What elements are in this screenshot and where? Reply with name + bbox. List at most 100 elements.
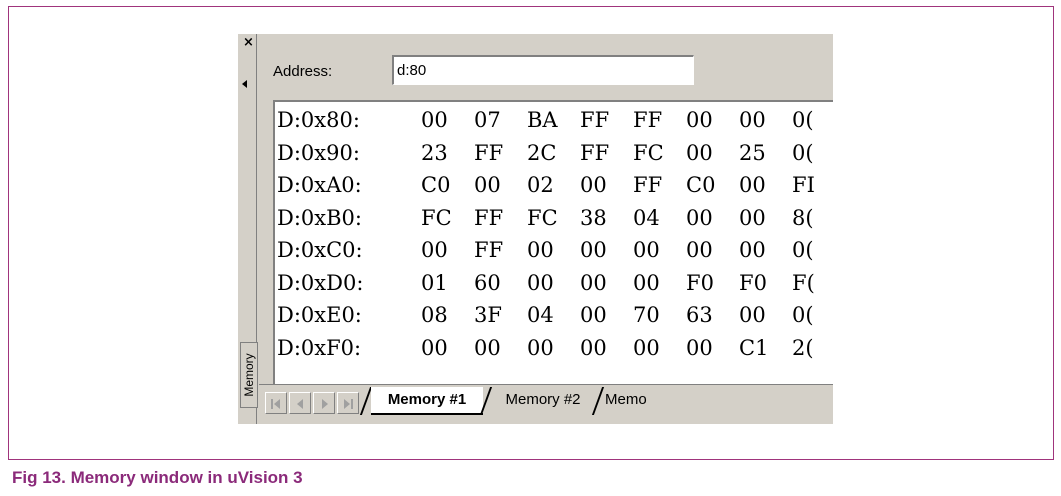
byte-value: 08 [421,303,448,327]
byte-value: 38 [580,205,607,230]
byte-value: 00 [527,238,554,262]
byte-value: 00 [580,335,607,360]
byte-value: 00 [474,173,501,197]
next-tab-button[interactable] [313,392,335,414]
docking-strip: × Memory [237,34,258,424]
memory-window: × Memory Address: D:0x80: 00 07 BA FF FF 00 00 0… [237,34,833,424]
byte-value: 07 [474,108,501,132]
byte-value: 04 [633,205,660,230]
first-icon [274,399,280,409]
row-address: D:0x80: [277,108,360,132]
first-tab-button[interactable] [265,392,287,414]
byte-value: C0 [421,173,451,197]
byte-value: F0 [686,270,714,295]
byte-value: F0 [739,270,767,295]
byte-value: 00 [421,238,448,262]
byte-value: FC [421,205,452,230]
memory-row: D:0xB0: FC FF FC 38 04 00 00 8( [277,202,833,235]
byte-value: 00 [633,270,660,295]
memory-row: D:0xA0: C0 00 02 00 FF C0 00 FI [277,169,833,202]
prev-tab-button[interactable] [289,392,311,414]
bar-glyph [351,399,353,409]
byte-value: 00 [421,108,448,132]
row-address: D:0xD0: [277,270,364,295]
byte-value: 23 [421,140,448,165]
byte-value: 0( [792,238,814,262]
byte-value: 04 [527,303,554,327]
byte-value: 01 [421,270,448,295]
memory-row: D:0xE0: 08 3F 04 00 70 63 00 0( [277,299,833,332]
tab-bar: Memory #1 Memory #2 Memo [259,384,833,424]
byte-value: F( [792,270,815,295]
last-icon [344,399,350,409]
close-icon[interactable]: × [243,36,254,50]
memory-row: D:0xD0: 01 60 00 00 00 F0 F0 F( [277,267,833,300]
docked-window-label[interactable]: Memory [240,342,258,408]
byte-value: 02 [527,173,554,197]
row-address: D:0xC0: [277,238,363,262]
byte-value: 00 [739,238,766,262]
bar-glyph [271,399,273,409]
byte-value: 60 [474,270,501,295]
memory-row: D:0x80: 00 07 BA FF FF 00 00 0( [277,104,833,137]
byte-value: C0 [686,173,716,197]
byte-value: 00 [527,270,554,295]
byte-value: FF [633,108,663,132]
byte-value: 00 [739,303,766,327]
memory-dump[interactable]: D:0x80: 00 07 BA FF FF 00 00 0(D:0x90: 23 FF 2C FF FC… [273,100,833,398]
memory-row: D:0xC0: 00 FF 00 00 00 00 00 0( [277,234,833,267]
byte-value: FF [474,140,504,165]
tab-memory-1[interactable]: Memory #1 [371,387,483,415]
byte-value: FF [633,173,663,197]
byte-value: 3F [474,303,502,327]
byte-value: 00 [633,335,660,360]
byte-value: 00 [686,205,713,230]
address-label: Address: [273,63,333,80]
byte-value: 0( [792,140,814,165]
last-tab-button[interactable] [337,392,359,414]
byte-value: 00 [580,303,607,327]
byte-value: FI [792,173,815,197]
byte-value: 00 [421,335,448,360]
next-icon [322,399,328,409]
byte-value: FC [527,205,558,230]
byte-value: 63 [686,303,713,327]
byte-value: FF [474,238,504,262]
byte-value: 2( [792,335,814,360]
memory-row: D:0xF0: 00 00 00 00 00 00 C1 2( [277,332,833,365]
caption-divider [8,459,1054,460]
tab-memory-2[interactable]: Memory #2 [493,387,593,413]
byte-value: 8( [792,205,814,230]
byte-value: 25 [739,140,766,165]
tab-memory-3[interactable]: Memo [605,387,665,413]
byte-value: 00 [739,205,766,230]
row-address: D:0x90: [277,140,360,165]
byte-value: 00 [580,173,607,197]
row-address: D:0xA0: [277,173,362,197]
row-address: D:0xE0: [277,303,362,327]
address-input[interactable] [392,55,694,85]
prev-icon [297,399,303,409]
row-address: D:0xB0: [277,205,362,230]
byte-value: FF [580,108,610,132]
byte-value: FF [580,140,610,165]
byte-value: 00 [686,238,713,262]
byte-value: 0( [792,108,814,132]
address-bar: Address: [259,36,833,100]
byte-value: 00 [739,108,766,132]
byte-value: 00 [686,335,713,360]
figure-caption: Fig 13. Memory window in uVision 3 [12,468,303,487]
row-address: D:0xF0: [277,335,362,360]
byte-value: 00 [739,173,766,197]
memory-row: D:0x90: 23 FF 2C FF FC 00 25 0( [277,137,833,170]
byte-value: 00 [580,270,607,295]
collapse-arrow-icon[interactable] [242,80,247,88]
byte-value: 00 [686,108,713,132]
memory-panel: Address: D:0x80: 00 07 BA FF FF 00 00 0( D:0x90: 2… [259,36,833,424]
byte-value: FF [474,205,504,230]
byte-value: BA [527,108,558,132]
tab-separator [591,387,605,415]
byte-value: FC [633,140,664,165]
byte-value: 00 [633,238,660,262]
byte-value: C1 [739,335,769,360]
